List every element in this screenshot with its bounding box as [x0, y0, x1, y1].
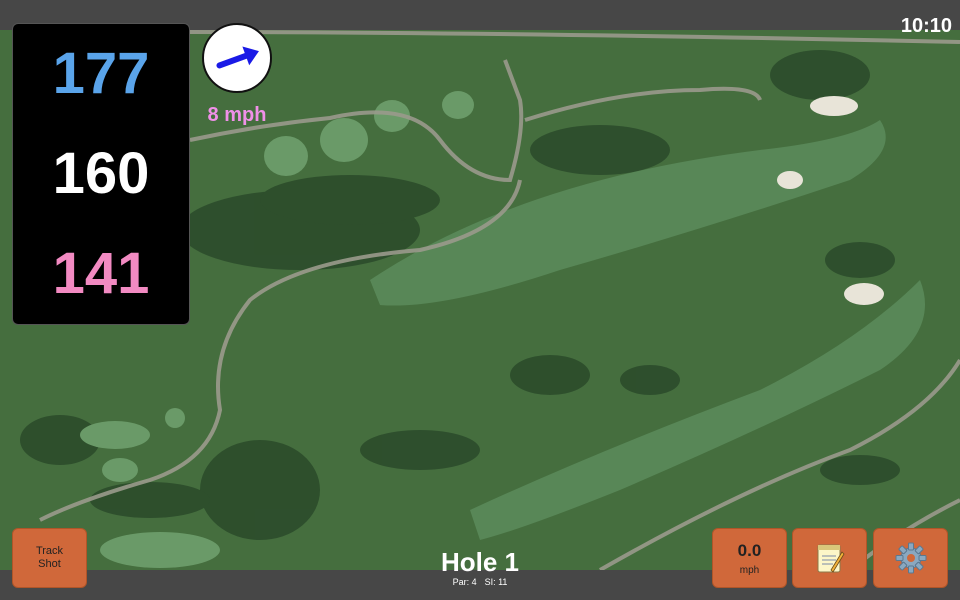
notepad-icon: [817, 544, 845, 573]
hole-meta: Par: 4 SI: 11: [380, 577, 580, 587]
wind-arrow-icon: [216, 46, 259, 69]
gear-icon: [895, 542, 926, 574]
hole-stroke-index: SI: 11: [484, 577, 508, 587]
front-yardage: 141: [52, 241, 150, 306]
clock-time: 10:10: [900, 15, 952, 37]
settings-button[interactable]: [873, 528, 948, 588]
wind-direction-indicator: [202, 23, 272, 93]
wind-speed: 8 mph: [207, 104, 267, 126]
hole-title: Hole 1: [440, 547, 520, 577]
back-yardage: 177: [52, 41, 150, 106]
track-shot-label-line1: Track: [35, 544, 64, 557]
track-shot-button[interactable]: Track Shot: [12, 528, 87, 588]
speed-unit: mph: [739, 564, 760, 576]
hole-par: Par: 4: [452, 577, 477, 587]
speed-button[interactable]: 0.0 mph: [712, 528, 787, 588]
track-shot-label-line2: Shot: [38, 558, 61, 570]
yardage-panel: 177 160 141: [12, 23, 190, 325]
notes-button[interactable]: [792, 528, 867, 588]
speed-value: 0.0: [737, 540, 762, 560]
middle-yardage: 160: [52, 141, 150, 206]
